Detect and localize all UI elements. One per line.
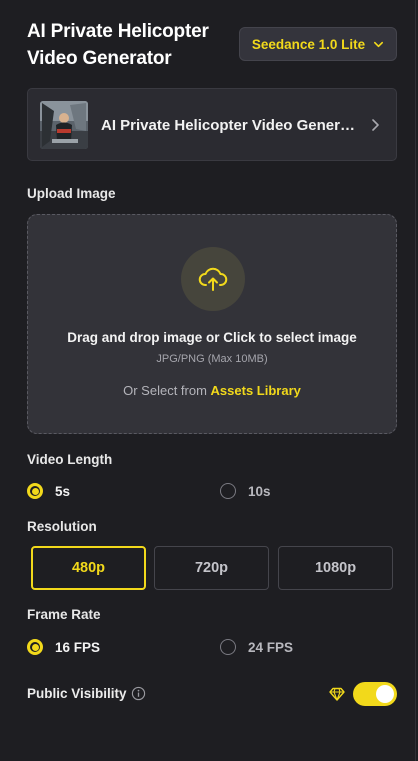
public-visibility-label: Public Visibility xyxy=(27,686,127,701)
template-name: AI Private Helicopter Video Generator xyxy=(101,117,359,134)
chevron-right-icon xyxy=(372,119,379,131)
page-title: AI Private Helicopter Video Generator xyxy=(27,21,209,69)
model-select[interactable]: Seedance 1.0 Lite xyxy=(239,27,397,61)
upload-image-label: Upload Image xyxy=(27,186,116,201)
resolution-option-720p[interactable]: 720p xyxy=(154,546,269,590)
radio-label: 5s xyxy=(55,483,71,499)
assets-prefix: Or Select from xyxy=(123,383,211,398)
frame-rate-options: 16 FPS 24 FPS xyxy=(27,639,397,659)
upload-file-types: JPG/PNG (Max 10MB) xyxy=(156,353,268,365)
resolution-label: Resolution xyxy=(27,519,97,534)
radio-selected-icon xyxy=(27,483,43,499)
frame-rate-option-24fps[interactable]: 24 FPS xyxy=(220,639,293,655)
resolution-option-480p[interactable]: 480p xyxy=(31,546,146,590)
toggle-knob xyxy=(376,685,394,703)
assets-library-link[interactable]: Assets Library xyxy=(211,383,301,398)
diamond-icon xyxy=(329,687,345,701)
radio-label: 24 FPS xyxy=(248,639,294,655)
chevron-down-icon xyxy=(374,41,384,47)
template-card[interactable]: AI Private Helicopter Video Generator xyxy=(27,88,397,161)
radio-unselected-icon xyxy=(220,483,236,499)
frame-rate-option-16fps[interactable]: 16 FPS xyxy=(27,639,100,655)
video-length-label: Video Length xyxy=(27,452,113,467)
header: AI Private Helicopter Video Generator Se… xyxy=(27,18,397,72)
public-visibility-row: Public Visibility xyxy=(27,682,397,706)
video-length-option-5s[interactable]: 5s xyxy=(27,483,70,499)
resolution-option-1080p[interactable]: 1080p xyxy=(278,546,393,590)
generator-panel: AI Private Helicopter Video Generator Se… xyxy=(0,0,416,761)
info-icon[interactable] xyxy=(131,686,146,701)
upload-icon-circle xyxy=(181,247,245,311)
public-visibility-toggle[interactable] xyxy=(353,682,397,706)
radio-unselected-icon xyxy=(220,639,236,655)
model-select-value: Seedance 1.0 Lite xyxy=(251,36,366,52)
video-length-option-10s[interactable]: 10s xyxy=(220,483,271,499)
resolution-options: 480p 720p 1080p xyxy=(31,546,393,590)
video-length-options: 5s 10s xyxy=(27,483,397,503)
frame-rate-label: Frame Rate xyxy=(27,607,101,622)
upload-dropzone[interactable]: Drag and drop image or Click to select i… xyxy=(27,214,397,434)
assets-library-line: Or Select from Assets Library xyxy=(28,383,396,398)
radio-label: 16 FPS xyxy=(55,639,101,655)
upload-instructions: Drag and drop image or Click to select i… xyxy=(67,330,357,345)
cloud-upload-icon xyxy=(198,267,228,291)
radio-label: 10s xyxy=(248,483,271,499)
template-thumbnail xyxy=(40,101,88,149)
radio-selected-icon xyxy=(27,639,43,655)
